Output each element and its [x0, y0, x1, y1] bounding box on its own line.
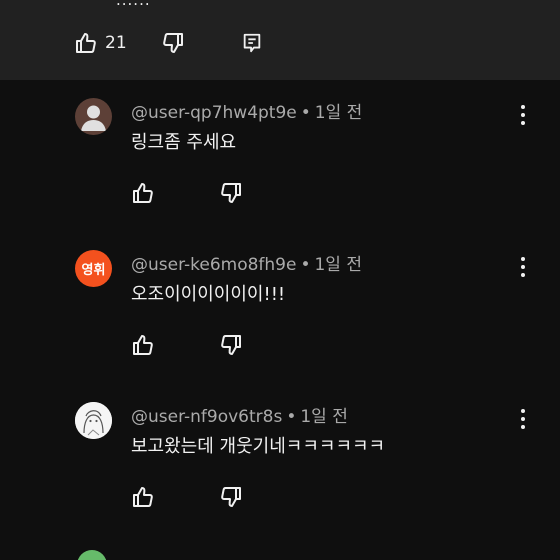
kebab-dot: [521, 273, 525, 277]
person-silhouette-icon: [81, 105, 106, 131]
thumbs-up-icon: [76, 33, 96, 53]
kebab-dot: [521, 105, 525, 109]
avatar[interactable]: [75, 98, 112, 135]
comment-actions: [131, 333, 243, 357]
separator-dot: •: [286, 407, 297, 427]
anime-sketch-icon: [75, 402, 112, 439]
avatar-initials: 영휘: [81, 263, 106, 278]
more-options-button[interactable]: [512, 408, 534, 430]
comment-meta: @user-qp7hw4pt9e • 1일 전: [131, 98, 362, 123]
thumbs-down-icon: [221, 335, 241, 355]
author-name[interactable]: @user-qp7hw4pt9e: [131, 103, 297, 123]
thumbs-up-icon: [133, 335, 153, 355]
separator-dot: •: [300, 255, 311, 275]
comment-actions: 21: [74, 30, 263, 56]
kebab-dot: [521, 257, 525, 261]
comment-meta: @user-nf9ov6tr8s • 1일 전: [131, 402, 348, 427]
comment-actions: [131, 181, 243, 205]
comment-meta: @user-ke6mo8fh9e • 1일 전: [131, 250, 362, 275]
dislike-button[interactable]: [219, 333, 243, 357]
comment-item: @user-nf9ov6tr8s • 1일 전 보고왔는데 개웃기네ㅋㅋㅋㅋㅋㅋ: [0, 402, 560, 554]
comment-item: 영휘 @user-ke6mo8fh9e • 1일 전 오조이이이이이이!!!: [0, 250, 560, 402]
comment-text: 링크좀 주세요: [131, 132, 237, 153]
thumbs-up-icon: [133, 183, 153, 203]
comment-text-clipped: ......: [116, 0, 151, 9]
author-name[interactable]: @user-nf9ov6tr8s: [131, 407, 282, 427]
like-button[interactable]: [131, 485, 155, 509]
reply-button[interactable]: [241, 32, 263, 54]
comment-text: 오조이이이이이이!!!: [131, 284, 286, 305]
reply-comment-icon: [243, 33, 260, 53]
more-options-button[interactable]: [512, 104, 534, 126]
timestamp: 1일 전: [314, 255, 362, 275]
thumbs-down-icon: [221, 487, 241, 507]
like-button[interactable]: [131, 181, 155, 205]
like-count: 21: [105, 33, 127, 53]
avatar[interactable]: [75, 402, 112, 439]
more-options-button[interactable]: [512, 256, 534, 278]
avatar[interactable]: 영휘: [75, 250, 112, 287]
kebab-dot: [521, 425, 525, 429]
comment-text: 보고왔는데 개웃기네ㅋㅋㅋㅋㅋㅋ: [131, 436, 386, 457]
kebab-dot: [521, 113, 525, 117]
kebab-dot: [521, 409, 525, 413]
timestamp: 1일 전: [314, 103, 363, 123]
dislike-button[interactable]: [161, 31, 185, 55]
thumbs-down-icon: [162, 33, 183, 53]
separator-dot: •: [300, 103, 311, 123]
thumbs-down-icon: [221, 183, 241, 203]
author-name[interactable]: @user-ke6mo8fh9e: [131, 255, 296, 275]
dislike-button[interactable]: [219, 485, 243, 509]
dislike-button[interactable]: [219, 181, 243, 205]
kebab-dot: [521, 417, 525, 421]
thumbs-up-icon: [133, 487, 153, 507]
timestamp: 1일 전: [300, 407, 348, 427]
kebab-dot: [521, 265, 525, 269]
highlighted-comment-panel: ...... 21: [0, 0, 560, 80]
kebab-dot: [521, 121, 525, 125]
comment-item: @user-qp7hw4pt9e • 1일 전 링크좀 주세요: [0, 98, 560, 250]
comment-actions: [131, 485, 243, 509]
like-button[interactable]: [131, 333, 155, 357]
like-button[interactable]: 21: [74, 31, 127, 55]
